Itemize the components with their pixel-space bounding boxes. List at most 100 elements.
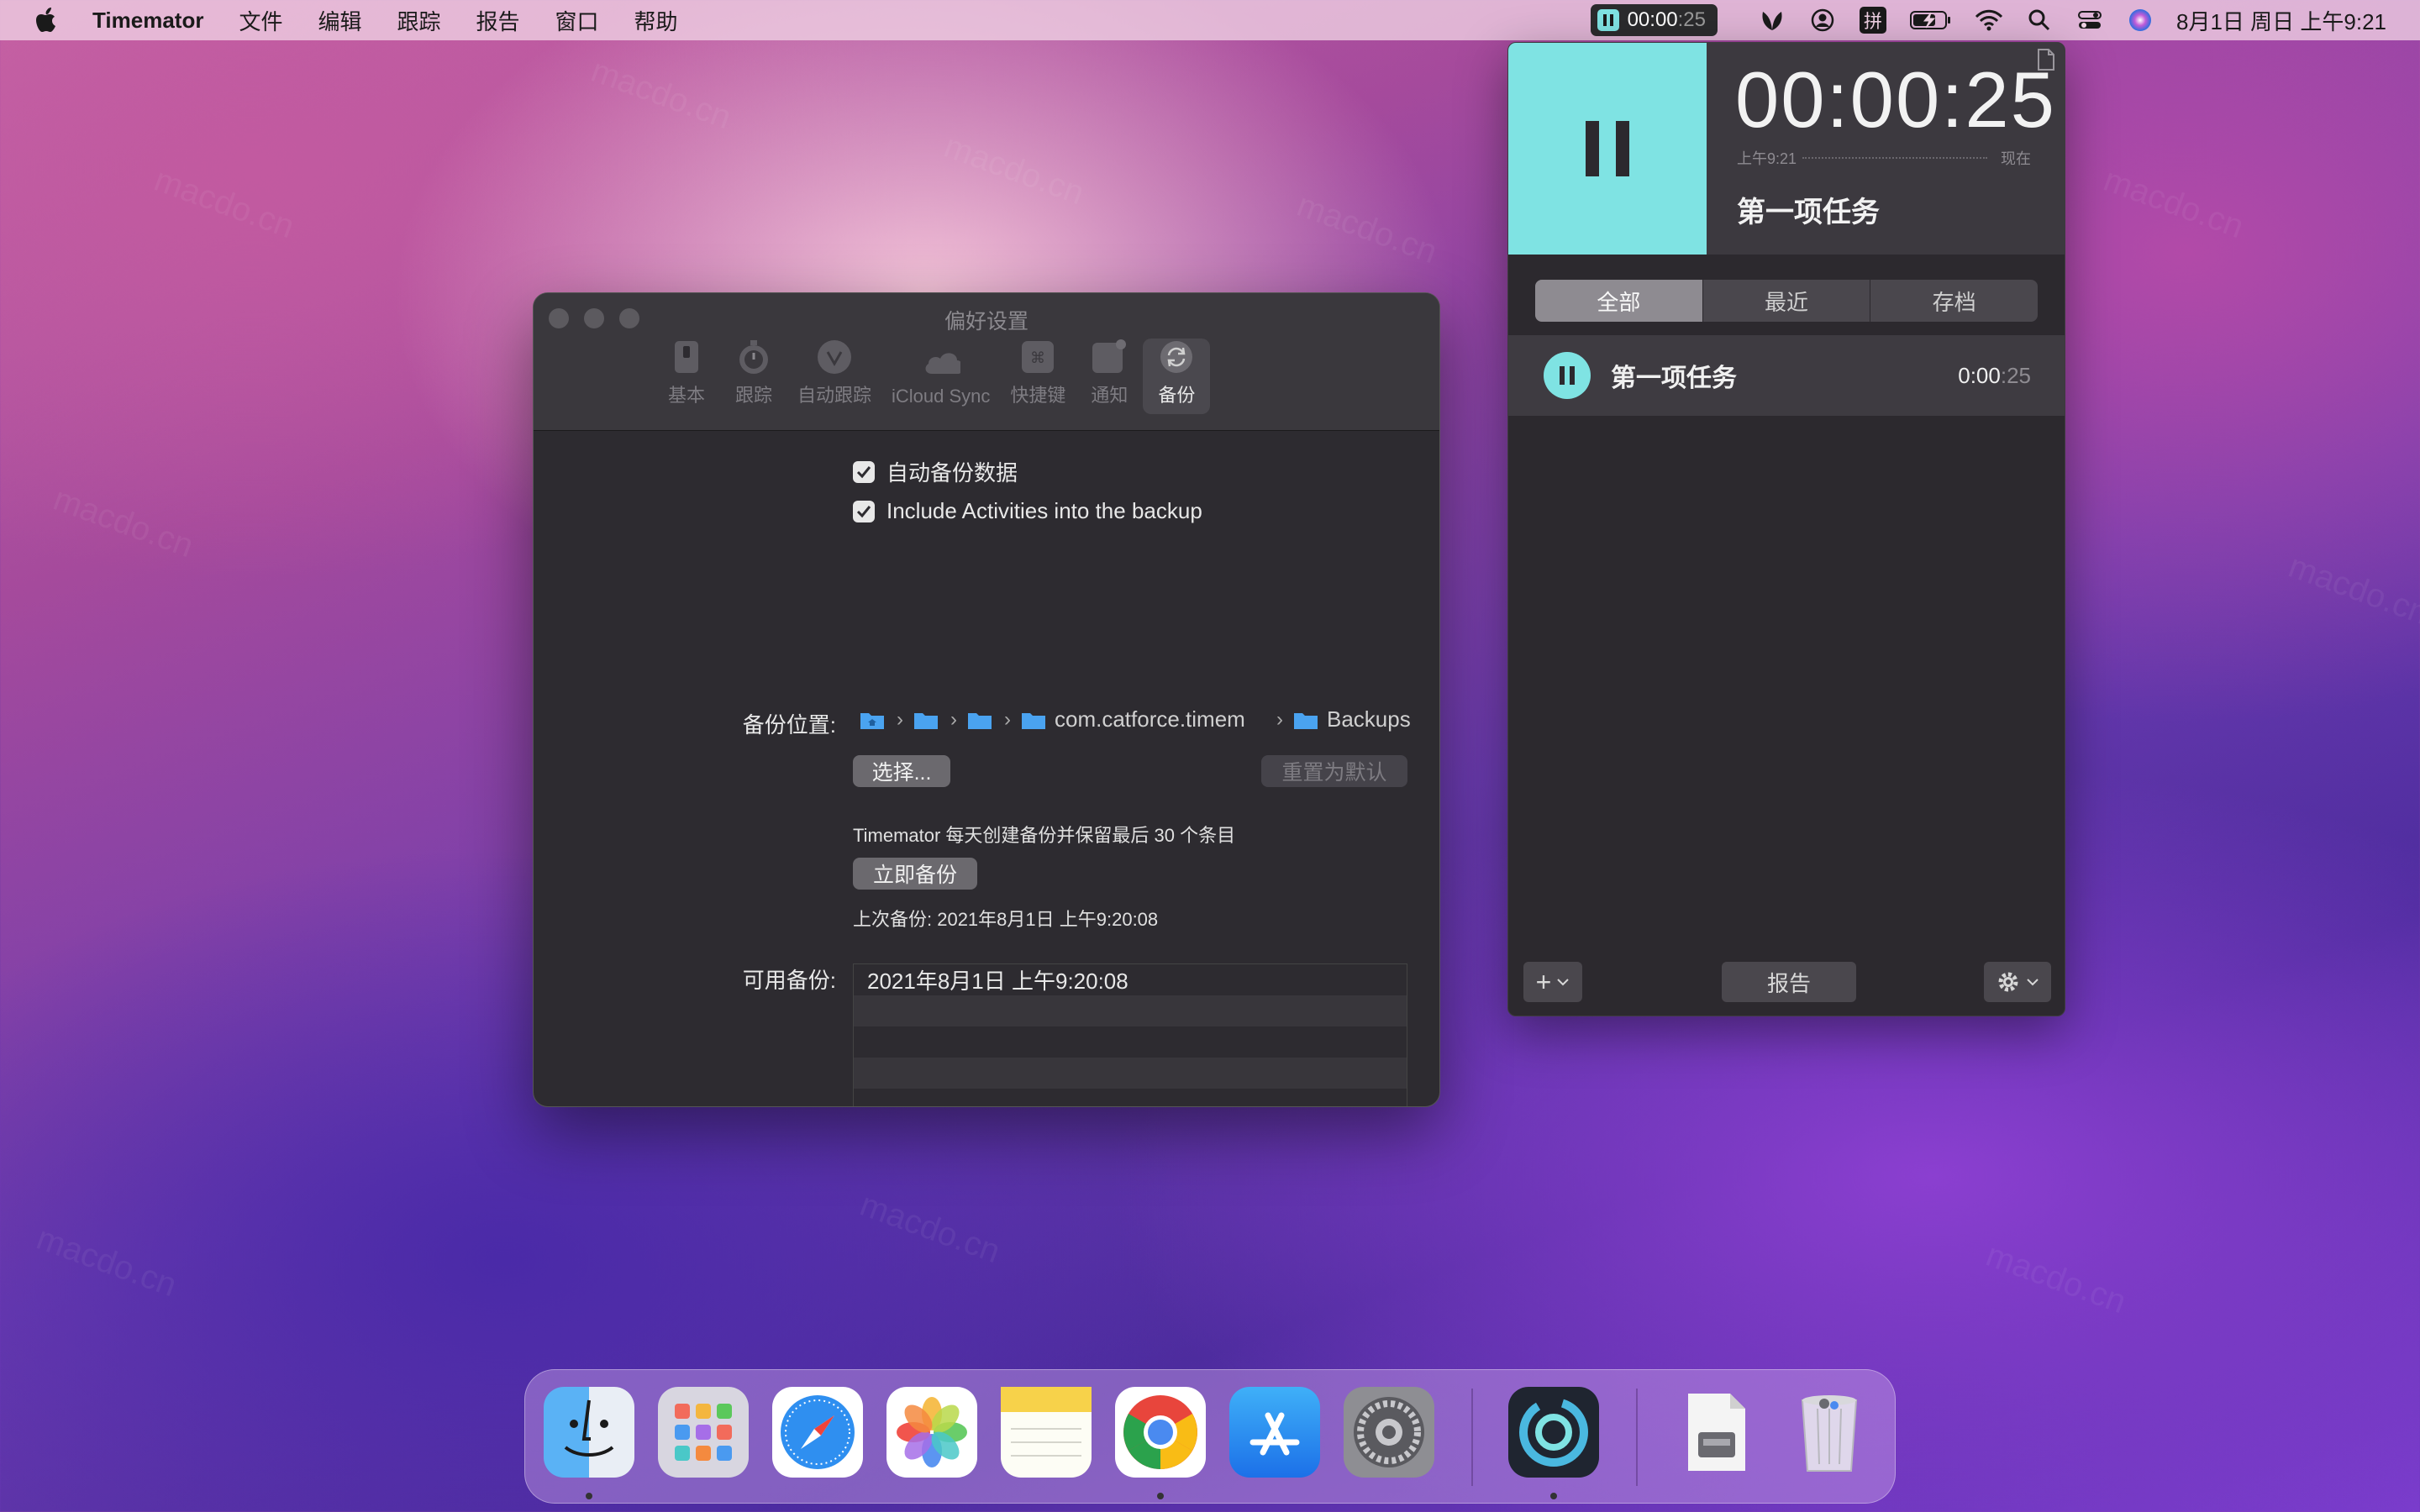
tab-notifications-label: 通知: [1091, 385, 1128, 406]
backup-icon: [1157, 339, 1196, 375]
watermark: macdo.cn: [2283, 547, 2420, 633]
add-task-button[interactable]: +: [1523, 962, 1582, 1002]
tab-all[interactable]: 全部: [1535, 280, 1703, 322]
include-activities-row: Include Activities into the backup: [853, 498, 1202, 524]
folder-icon: [968, 712, 992, 729]
choose-button[interactable]: 选择...: [853, 755, 950, 787]
finder-icon[interactable]: [544, 1387, 634, 1478]
add-task-label: +: [1535, 966, 1552, 997]
watermark: macdo.cn: [1292, 186, 1442, 271]
tab-auto-tracking-label: 自动跟踪: [797, 385, 872, 406]
menubar-clock[interactable]: 8月1日 周日 上午9:21: [2176, 5, 2386, 36]
app-store-icon[interactable]: [1229, 1387, 1320, 1478]
pause-icon: [1597, 9, 1619, 31]
tab-icloud-sync-label: iCloud Sync: [892, 386, 991, 407]
available-backups-list[interactable]: 2021年8月1日 上午9:20:08: [853, 963, 1407, 1106]
available-backups-label: 可用备份:: [742, 968, 836, 993]
svg-text:⌘: ⌘: [1030, 349, 1045, 367]
report-button[interactable]: 报告: [1722, 962, 1856, 1002]
elapsed-time: 00:00:25: [1735, 55, 2056, 144]
timer-tabs: 全部 最近 存档: [1535, 280, 2038, 322]
prefs-titlebar: 偏好设置 基本 跟踪 自动跟踪 iCloud Sync ⌘ 快捷键 通知 备份: [534, 293, 1439, 431]
auto-backup-checkbox[interactable]: [853, 460, 875, 483]
siri-icon[interactable]: [2126, 6, 2154, 34]
tab-notifications[interactable]: 通知: [1076, 339, 1143, 414]
list-item[interactable]: 2021年8月1日 上午9:20:08: [854, 964, 1407, 995]
input-method-icon[interactable]: 拼: [1859, 6, 1887, 34]
settings-menu-button[interactable]: [1984, 962, 2051, 1002]
launchpad-icon[interactable]: [658, 1387, 749, 1478]
backup-path-control[interactable]: › › › com.catforce.timem › Backups: [860, 706, 1411, 732]
task-row[interactable]: 第一项任务 0:00:25: [1508, 335, 2065, 416]
menu-edit[interactable]: 编辑: [318, 5, 361, 36]
apple-menu-icon[interactable]: [30, 3, 64, 37]
menu-window[interactable]: 窗口: [555, 5, 599, 36]
task-duration-seconds: :25: [2000, 362, 2031, 388]
tab-backup[interactable]: 备份: [1143, 339, 1211, 414]
tab-archive[interactable]: 存档: [1870, 280, 2038, 322]
trash-icon[interactable]: [1784, 1387, 1875, 1478]
include-activities-label: Include Activities into the backup: [886, 498, 1202, 523]
task-duration: 0:00:25: [1958, 363, 2031, 389]
folder-icon: [1294, 712, 1318, 729]
dock-separator: [1471, 1389, 1473, 1486]
dock: [524, 1369, 1896, 1504]
list-item-empty: [854, 995, 1407, 1026]
tab-icloud-sync[interactable]: iCloud Sync: [881, 339, 1000, 414]
tab-tracking[interactable]: 跟踪: [720, 339, 787, 414]
notes-icon[interactable]: [1001, 1387, 1092, 1478]
include-activities-checkbox[interactable]: [853, 500, 875, 522]
menubar-timer[interactable]: 00:00:25: [1590, 4, 1718, 36]
safari-icon[interactable]: [772, 1387, 863, 1478]
menu-app-name[interactable]: Timemator: [92, 8, 203, 34]
notification-icon: [1090, 339, 1128, 375]
system-preferences-icon[interactable]: [1344, 1387, 1434, 1478]
watermark: macdo.cn: [855, 1185, 1005, 1271]
tab-shortcuts[interactable]: ⌘ 快捷键: [1000, 339, 1076, 414]
reset-default-button[interactable]: 重置为默认: [1261, 755, 1407, 787]
control-center-icon[interactable]: [2075, 6, 2104, 34]
menu-bar: Timemator 文件 编辑 跟踪 报告 窗口 帮助 00:00:25 拼: [0, 0, 2420, 40]
list-item-empty: [854, 1089, 1407, 1106]
chevron-down-icon: [2027, 979, 2039, 986]
pause-button[interactable]: [1508, 43, 1707, 255]
path-separator-icon: ›: [897, 707, 903, 731]
backup-now-button[interactable]: 立即备份: [853, 858, 977, 890]
menu-report[interactable]: 报告: [476, 5, 520, 36]
running-indicator: [1550, 1493, 1557, 1499]
menu-track[interactable]: 跟踪: [397, 5, 440, 36]
current-task-name[interactable]: 第一项任务: [1737, 189, 1880, 230]
battery-icon[interactable]: [1909, 6, 1953, 34]
timer-panel: 00:00:25 上午9:21 现在 第一项任务 全部 最近 存档 第一项任务 …: [1507, 42, 2065, 1016]
tab-auto-tracking[interactable]: 自动跟踪: [787, 339, 881, 414]
progress-dots: [1802, 157, 1987, 159]
user-circle-icon[interactable]: [1808, 6, 1837, 34]
tab-shortcuts-label: 快捷键: [1010, 385, 1066, 406]
watermark: macdo.cn: [939, 127, 1089, 213]
tab-recent[interactable]: 最近: [1703, 280, 1871, 322]
timemator-icon[interactable]: [1508, 1387, 1599, 1478]
tab-general[interactable]: 基本: [653, 339, 720, 414]
input-method-label: 拼: [1860, 7, 1887, 34]
watermark: macdo.cn: [149, 160, 299, 246]
home-folder-icon: [860, 712, 884, 729]
wifi-icon[interactable]: [1975, 6, 2003, 34]
menu-file[interactable]: 文件: [239, 5, 282, 36]
installer-icon[interactable]: [1670, 1387, 1760, 1478]
now-label: 现在: [2001, 150, 2031, 167]
watermark: macdo.cn: [48, 480, 198, 565]
pause-icon: [1586, 121, 1629, 176]
prefs-window-title: 偏好设置: [944, 310, 1028, 333]
menu-help[interactable]: 帮助: [634, 5, 678, 36]
stopwatch-icon: [734, 339, 773, 375]
menubar-timer-main: 00:00: [1627, 8, 1678, 31]
chrome-icon[interactable]: [1115, 1387, 1206, 1478]
path-separator-icon: ›: [1276, 707, 1283, 731]
leaf-icon[interactable]: [1758, 6, 1786, 34]
search-icon[interactable]: [2025, 6, 2054, 34]
cloud-icon: [922, 344, 960, 381]
document-icon[interactable]: [2036, 48, 2056, 71]
task-pause-button[interactable]: [1544, 352, 1591, 399]
photos-icon[interactable]: [886, 1387, 977, 1478]
path-component: com.catforce.timem: [1055, 706, 1245, 732]
